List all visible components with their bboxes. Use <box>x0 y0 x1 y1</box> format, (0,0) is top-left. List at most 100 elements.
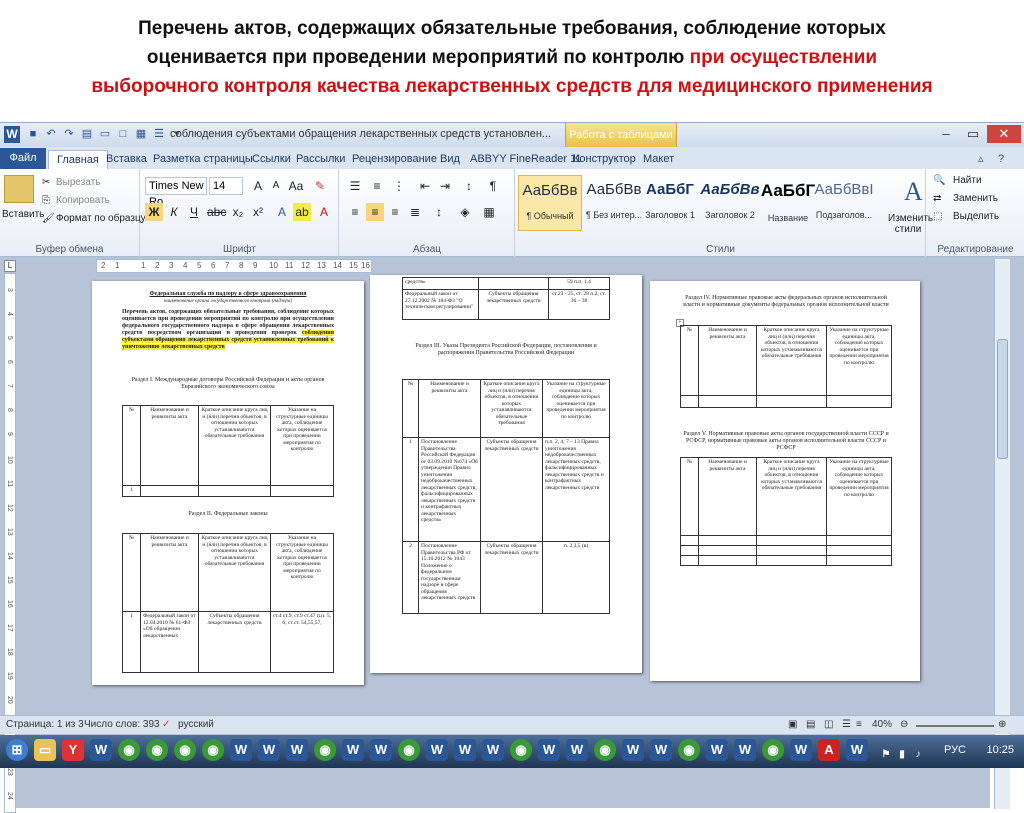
redo-icon[interactable]: ↷ <box>62 128 76 141</box>
change-styles-button[interactable]: Изменить стили <box>888 213 933 235</box>
cut-button[interactable]: Вырезать <box>56 177 100 188</box>
open-icon[interactable]: ▭ <box>98 128 112 141</box>
chrome-icon-7[interactable]: ◉ <box>510 739 532 761</box>
numbering-icon[interactable]: ≡ <box>368 177 386 195</box>
word-taskbar-icon-11[interactable]: W <box>566 739 588 761</box>
multilevel-list-icon[interactable]: ⋮ <box>390 177 408 195</box>
select-button[interactable]: Выделить <box>953 211 999 222</box>
tab-page-layout[interactable]: Разметка страницы <box>153 150 253 169</box>
outline-icon[interactable]: ☰ <box>842 719 851 730</box>
tab-view[interactable]: Вид <box>440 150 460 169</box>
sort-icon[interactable]: ↕ <box>460 177 478 195</box>
tab-layout[interactable]: Макет <box>643 150 674 169</box>
page-3[interactable]: Раздел IV. Нормативные правовые акты фед… <box>650 281 920 681</box>
tray-volume-icon[interactable]: ♪ <box>912 744 924 760</box>
tab-abbyy[interactable]: ABBYY FineReader 11 <box>470 150 582 169</box>
zoom-slider[interactable] <box>916 725 994 727</box>
yandex-browser-icon[interactable]: Y <box>62 739 84 761</box>
underline-button[interactable]: Ч <box>185 203 203 221</box>
language-indicator[interactable]: русский <box>178 719 214 730</box>
replace-button[interactable]: Заменить <box>953 193 998 204</box>
tab-references[interactable]: Ссылки <box>252 150 291 169</box>
word-taskbar-icon-3[interactable]: W <box>258 739 280 761</box>
font-size-select[interactable]: 14 <box>209 177 243 195</box>
zoom-out-icon[interactable]: ⊖ <box>900 719 908 730</box>
word-taskbar-icon-4[interactable]: W <box>286 739 308 761</box>
pdf-reader-icon[interactable]: A <box>818 739 840 761</box>
word-taskbar-icon-2[interactable]: W <box>230 739 252 761</box>
word-taskbar-icon-15[interactable]: W <box>734 739 756 761</box>
style-no-spacing[interactable]: АаБбВв ¶ Без интер... <box>582 175 646 231</box>
word-taskbar-icon[interactable]: W <box>90 739 112 761</box>
chrome-icon-3[interactable]: ◉ <box>174 739 196 761</box>
word-taskbar-icon-14[interactable]: W <box>706 739 728 761</box>
tray-network-icon[interactable]: ▮ <box>896 744 908 760</box>
style-title[interactable]: АаБбГ Название <box>756 175 820 231</box>
font-color-icon[interactable]: A <box>315 203 333 221</box>
explorer-icon[interactable]: ▭ <box>34 739 56 761</box>
chrome-icon-5[interactable]: ◉ <box>314 739 336 761</box>
subscript-icon[interactable]: x₂ <box>229 203 247 221</box>
line-spacing-icon[interactable]: ↕ <box>430 203 448 221</box>
word-taskbar-icon-10[interactable]: W <box>538 739 560 761</box>
style-heading-2[interactable]: АаБбВв Заголовок 2 <box>698 175 762 231</box>
chrome-icon-6[interactable]: ◉ <box>398 739 420 761</box>
print-preview-icon[interactable]: ▤ <box>80 128 94 141</box>
chrome-icon-8[interactable]: ◉ <box>594 739 616 761</box>
chrome-icon-9[interactable]: ◉ <box>678 739 700 761</box>
minimize-ribbon-icon[interactable]: ▵ <box>978 150 984 169</box>
tab-review[interactable]: Рецензирование <box>352 150 437 169</box>
help-icon[interactable]: ? <box>998 150 1004 169</box>
shading-icon[interactable]: ◈ <box>456 203 474 221</box>
word-taskbar-icon-13[interactable]: W <box>650 739 672 761</box>
checklist-icon[interactable]: ☰ <box>152 128 166 141</box>
scroll-thumb[interactable] <box>997 339 1008 459</box>
copy-button[interactable]: Копировать <box>56 195 110 206</box>
find-button[interactable]: Найти <box>953 175 982 186</box>
chrome-icon-10[interactable]: ◉ <box>762 739 784 761</box>
horizontal-ruler[interactable]: 211 234 567 8 9 10 11 12 13 14 15 16 <box>96 259 372 273</box>
font-family-select[interactable]: Times New Ro <box>145 177 207 208</box>
clock[interactable]: 10:25 <box>986 744 1014 756</box>
word-taskbar-icon-17[interactable]: W <box>846 739 868 761</box>
draft-icon[interactable]: ≡ <box>856 719 862 730</box>
text-effects-icon[interactable]: A <box>273 203 291 221</box>
table-icon[interactable]: ▦ <box>134 128 148 141</box>
align-center-icon[interactable]: ≡ <box>366 203 384 221</box>
word-taskbar-icon-9[interactable]: W <box>482 739 504 761</box>
clear-format-icon[interactable]: ✎ <box>311 177 329 195</box>
save-icon[interactable]: ■ <box>26 128 40 141</box>
new-doc-icon[interactable]: □ <box>116 128 130 141</box>
style-subtitle[interactable]: АаБбВвІ Подзаголов... <box>812 175 876 231</box>
grow-font-icon[interactable]: A <box>249 177 267 195</box>
superscript-icon[interactable]: x² <box>249 203 267 221</box>
borders-icon[interactable]: ▦ <box>480 203 498 221</box>
word-taskbar-icon-7[interactable]: W <box>426 739 448 761</box>
word-taskbar-icon-5[interactable]: W <box>342 739 364 761</box>
word-taskbar-icon-16[interactable]: W <box>790 739 812 761</box>
italic-button[interactable]: К <box>165 203 183 221</box>
word-taskbar-icon-6[interactable]: W <box>370 739 392 761</box>
close-button[interactable]: ✕ <box>987 125 1021 143</box>
word-app-icon[interactable]: W <box>4 126 20 143</box>
page-count[interactable]: Страница: 1 из 3 <box>6 719 84 730</box>
proofing-icon[interactable]: ✓ <box>162 719 170 730</box>
tab-design[interactable]: Конструктор <box>573 150 636 169</box>
tab-mailings[interactable]: Рассылки <box>296 150 345 169</box>
fullscreen-reading-icon[interactable]: ▤ <box>806 719 815 730</box>
strikethrough-icon[interactable]: abc <box>207 203 226 221</box>
tab-insert[interactable]: Вставка <box>106 150 147 169</box>
chrome-icon-1[interactable]: ◉ <box>118 739 140 761</box>
chrome-icon-2[interactable]: ◉ <box>146 739 168 761</box>
bold-button[interactable]: Ж <box>145 203 163 221</box>
format-painter-button[interactable]: Формат по образцу <box>56 213 146 224</box>
chrome-icon-4[interactable]: ◉ <box>202 739 224 761</box>
page-1[interactable]: Федеральная служба по надзору в сфере зд… <box>92 281 364 685</box>
zoom-level[interactable]: 40% <box>872 719 892 730</box>
tab-selector-icon[interactable]: L <box>4 260 16 272</box>
tab-file[interactable]: Файл <box>0 148 46 169</box>
style-heading-1[interactable]: АаБбГ Заголовок 1 <box>638 175 702 231</box>
paste-button[interactable]: Вставить <box>2 209 44 220</box>
increase-indent-icon[interactable]: ⇥ <box>436 177 454 195</box>
word-taskbar-icon-12[interactable]: W <box>622 739 644 761</box>
